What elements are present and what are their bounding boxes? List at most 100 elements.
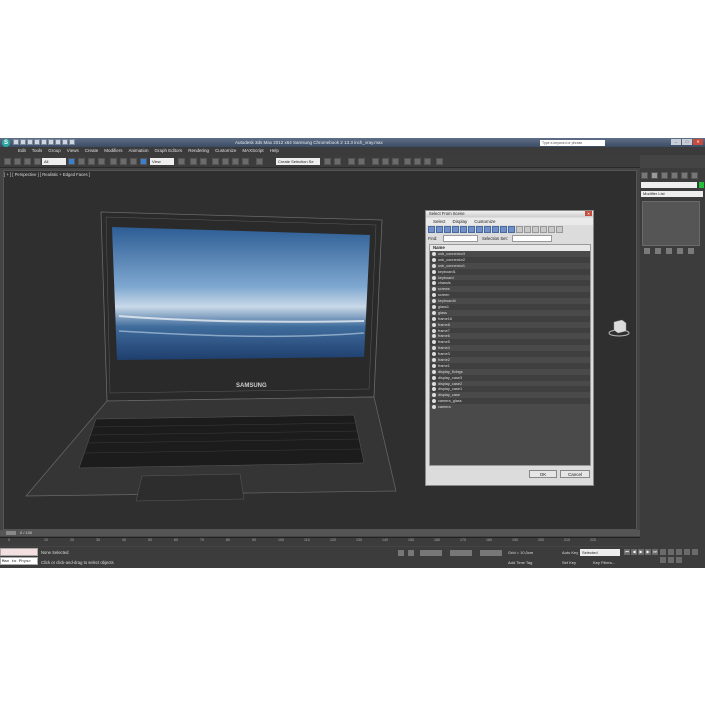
select-manipulate-2-icon[interactable] [190, 158, 197, 165]
zoom-all-icon[interactable] [668, 549, 674, 555]
modify-tab-icon[interactable] [651, 172, 658, 179]
create-tab-icon[interactable] [641, 172, 648, 179]
hierarchy-tab-icon[interactable] [661, 172, 668, 179]
filter-lights-icon[interactable] [444, 226, 451, 233]
menu-edit[interactable]: Edit [18, 147, 26, 155]
find-input[interactable] [443, 235, 478, 242]
menu-help[interactable]: Help [270, 147, 279, 155]
dropdown-icon[interactable] [69, 139, 75, 145]
material-editor-icon[interactable] [392, 158, 399, 165]
pivot-center-icon[interactable] [178, 158, 185, 165]
remove-modifier-icon[interactable] [677, 248, 683, 254]
motion-tab-icon[interactable] [671, 172, 678, 179]
save-file-icon[interactable] [27, 139, 33, 145]
undo-icon[interactable] [4, 158, 11, 165]
menu-rendering[interactable]: Rendering [188, 147, 209, 155]
select-none-icon[interactable] [524, 226, 531, 233]
curve-editor-icon[interactable] [372, 158, 379, 165]
open-file-icon[interactable] [20, 139, 26, 145]
hold-icon[interactable] [48, 139, 54, 145]
auto-key-button[interactable]: Auto Key [562, 550, 578, 555]
x-coordinate-field[interactable] [420, 550, 442, 556]
rotate-icon[interactable] [120, 158, 127, 165]
lock-selection-icon[interactable] [398, 550, 404, 556]
link-icon[interactable] [24, 158, 31, 165]
selection-filter-select[interactable]: All [42, 158, 66, 165]
field-of-view-icon[interactable] [692, 549, 698, 555]
configure-sets-icon[interactable] [688, 248, 694, 254]
filter-shapes-icon[interactable] [436, 226, 443, 233]
fetch-icon[interactable] [55, 139, 61, 145]
select-manipulate-icon[interactable] [140, 158, 147, 165]
app-logo-icon[interactable]: S [2, 139, 10, 147]
maxscript-listener-output[interactable] [0, 548, 38, 556]
show-end-result-icon[interactable] [655, 248, 661, 254]
object-color-swatch[interactable] [699, 182, 704, 188]
menu-modifiers[interactable]: Modifiers [104, 147, 122, 155]
zoom-extents-all-icon[interactable] [684, 549, 690, 555]
object-name-field[interactable] [641, 182, 697, 188]
time-slider[interactable]: 0 / 100 [0, 530, 640, 536]
display-tab-icon[interactable] [681, 172, 688, 179]
snaps-toggle-icon[interactable] [212, 158, 219, 165]
go-to-end-icon[interactable]: ⏭ [652, 549, 658, 555]
modifier-stack[interactable] [642, 201, 700, 246]
menu-tools[interactable]: Tools [32, 147, 43, 155]
filter-cameras-icon[interactable] [452, 226, 459, 233]
y-coordinate-field[interactable] [450, 550, 472, 556]
viewport-label[interactable]: [ + ] [ Perspective ] [ Realistic + Edge… [4, 172, 90, 177]
select-object-icon[interactable] [68, 158, 75, 165]
window-crossing-icon[interactable] [98, 158, 105, 165]
menu-group[interactable]: Group [48, 147, 61, 155]
make-unique-icon[interactable] [666, 248, 672, 254]
filter-spacewarps-icon[interactable] [468, 226, 475, 233]
filter-icon[interactable] [556, 226, 563, 233]
list-item[interactable]: camera [430, 404, 590, 411]
menu-animation[interactable]: Animation [129, 147, 149, 155]
teapot-render-icon[interactable] [436, 158, 443, 165]
spinner-snap-icon[interactable] [242, 158, 249, 165]
named-selection-select[interactable]: Create Selection Se [276, 158, 320, 165]
orbit-icon[interactable] [668, 557, 674, 563]
render-production-icon[interactable] [424, 158, 431, 165]
close-button[interactable]: ✕ [693, 139, 703, 145]
dialog-menu-select[interactable]: Select [433, 218, 446, 225]
redo-icon[interactable] [14, 158, 21, 165]
ok-button[interactable]: OK [529, 470, 557, 478]
selection-set-select[interactable] [512, 235, 552, 242]
edit-named-selection-icon[interactable] [256, 158, 263, 165]
zoom-icon[interactable] [660, 549, 666, 555]
menu-maxscript[interactable]: MAXScript [242, 147, 263, 155]
select-all-icon[interactable] [516, 226, 523, 233]
search-input[interactable]: Type a keyword or phrase [540, 140, 605, 146]
rendered-frame-window-icon[interactable] [414, 158, 421, 165]
layer-manager-icon[interactable] [348, 158, 355, 165]
minimize-button[interactable]: – [671, 139, 681, 145]
menu-create[interactable]: Create [85, 147, 99, 155]
dialog-menu-display[interactable]: Display [453, 218, 468, 225]
graphite-toolset-icon[interactable] [358, 158, 365, 165]
filter-frozen-icon[interactable] [508, 226, 515, 233]
align-icon[interactable] [334, 158, 341, 165]
render-setup-icon[interactable] [404, 158, 411, 165]
redo-icon[interactable] [41, 139, 47, 145]
filter-geometry-icon[interactable] [428, 226, 435, 233]
play-icon[interactable]: ▶ [638, 549, 644, 555]
modifier-list-select[interactable]: Modifier List [641, 191, 703, 197]
filter-xrefs-icon[interactable] [484, 226, 491, 233]
z-coordinate-field[interactable] [480, 550, 502, 556]
select-by-name-icon[interactable] [78, 158, 85, 165]
absolute-mode-icon[interactable] [408, 550, 414, 556]
pin-stack-icon[interactable] [644, 248, 650, 254]
schematic-view-icon[interactable] [382, 158, 389, 165]
project-folder-icon[interactable] [62, 139, 68, 145]
previous-frame-icon[interactable]: ◀ [631, 549, 637, 555]
rectangular-selection-icon[interactable] [88, 158, 95, 165]
filter-containers-icon[interactable] [500, 226, 507, 233]
reference-coordinate-select[interactable]: View [150, 158, 174, 165]
go-to-start-icon[interactable]: ⏮ [624, 549, 630, 555]
utilities-tab-icon[interactable] [691, 172, 698, 179]
invert-selection-icon[interactable] [532, 226, 539, 233]
zoom-extents-icon[interactable] [676, 549, 682, 555]
filter-groups-icon[interactable] [476, 226, 483, 233]
